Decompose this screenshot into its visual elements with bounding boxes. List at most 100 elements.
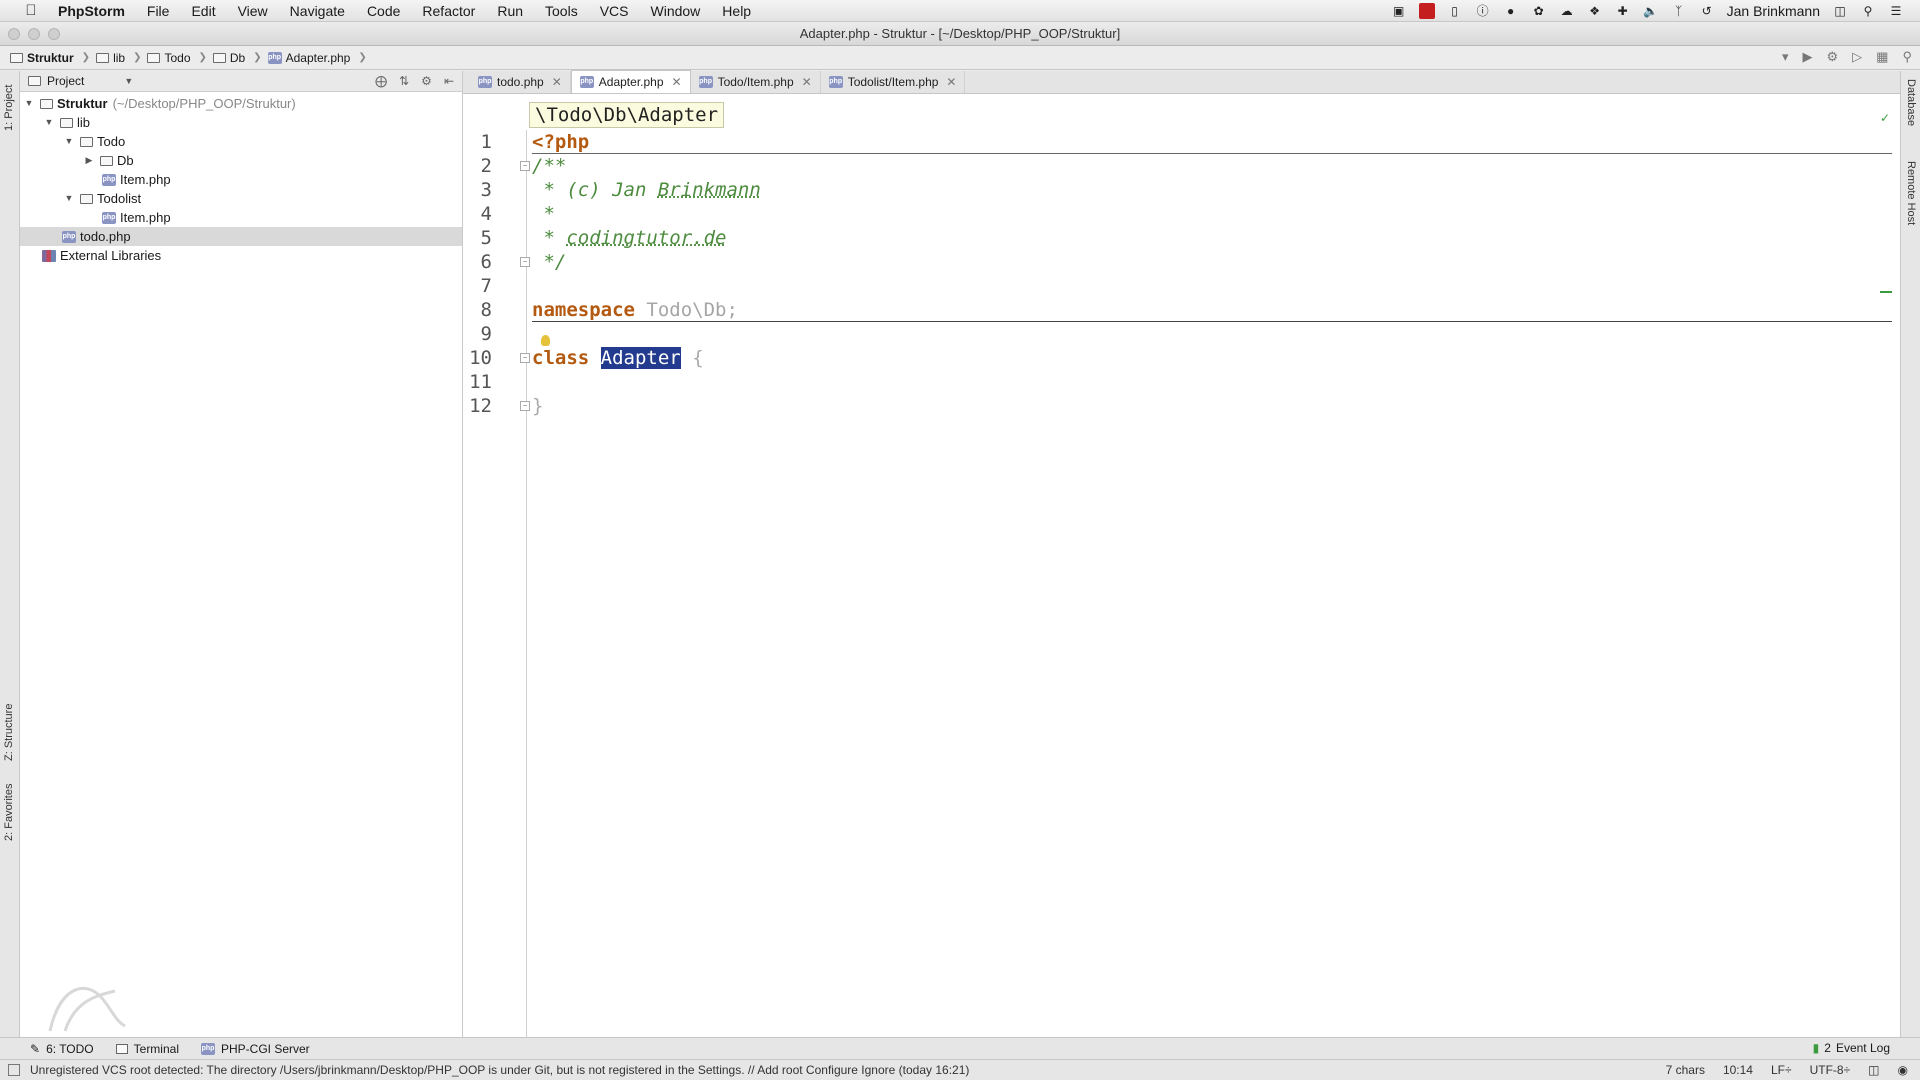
close-tab-icon[interactable]: ✕ <box>672 75 682 89</box>
run-icon[interactable]: ▶ <box>1803 49 1813 65</box>
menu-tools[interactable]: Tools <box>534 0 589 22</box>
scroll-from-source-icon[interactable]: ⨁ <box>375 74 387 88</box>
encoding-selector[interactable]: UTF-8÷ <box>1810 1060 1851 1080</box>
project-view-selector[interactable]: Project <box>47 74 84 88</box>
menu-vcs[interactable]: VCS <box>589 0 640 22</box>
breadcrumb-adapter-php[interactable]: php Adapter.php ❯ <box>267 51 373 65</box>
user-name[interactable]: Jan Brinkmann <box>1727 3 1820 19</box>
menu-refactor[interactable]: Refactor <box>411 0 486 22</box>
inspection-ok-icon[interactable]: ✓ <box>1880 111 1890 125</box>
expanded-arrow-icon[interactable]: ▼ <box>62 132 76 151</box>
terminal-tool-button[interactable]: Terminal <box>115 1042 179 1056</box>
nav-toolbar: ▾ ▶ ⚙ ▷ ▦ ⚲ <box>1782 49 1912 65</box>
favorites-tool-tab[interactable]: 2: Favorites <box>3 784 15 841</box>
chevron-right-icon: ❯ <box>253 52 262 63</box>
tree-item-path-hint: (~/Desktop/PHP_OOP/Struktur) <box>112 96 296 111</box>
tree-item-struktur[interactable]: ▼ Struktur (~/Desktop/PHP_OOP/Struktur) <box>20 94 462 113</box>
breadcrumb-todo[interactable]: Todo ❯ <box>147 51 212 65</box>
spotlight-icon[interactable]: ⚲ <box>1860 3 1876 19</box>
menu-window[interactable]: Window <box>640 0 712 22</box>
menu-edit[interactable]: Edit <box>180 0 226 22</box>
leaf-icon[interactable]: ✿ <box>1531 3 1547 19</box>
hide-panel-icon[interactable]: ⇤ <box>444 74 454 88</box>
bookmark-icon[interactable]: ▯ <box>1447 3 1463 19</box>
bluetooth-icon[interactable]: ᛉ <box>1671 3 1687 19</box>
notification-center-icon[interactable]: ☰ <box>1888 3 1904 19</box>
record-icon[interactable] <box>1418 2 1435 19</box>
menu-app-name[interactable]: PhpStorm <box>44 0 136 22</box>
database-tool-tab[interactable]: Database <box>1905 79 1917 126</box>
tab-adapter-php[interactable]: php Adapter.php ✕ <box>570 70 691 93</box>
fold-marker-icon[interactable]: − <box>520 401 530 411</box>
coverage-icon[interactable]: ▷ <box>1852 49 1862 65</box>
menu-help[interactable]: Help <box>711 0 762 22</box>
expanded-arrow-icon[interactable]: ▼ <box>62 189 76 208</box>
close-tab-icon[interactable]: ✕ <box>802 75 812 89</box>
inspection-profile-icon[interactable]: ◉ <box>1898 1060 1908 1080</box>
code-line-12: } <box>532 394 543 418</box>
close-tab-icon[interactable]: ✕ <box>946 75 956 89</box>
tab-todolist-item-php[interactable]: php Todolist/Item.php ✕ <box>821 71 966 93</box>
tab-todo-item-php[interactable]: php Todo/Item.php ✕ <box>691 71 821 93</box>
tree-item-todo-item-php[interactable]: php Item.php <box>20 170 462 189</box>
tree-item-lib[interactable]: ▼ lib <box>20 113 462 132</box>
tree-item-external-libraries[interactable]: External Libraries <box>20 246 462 265</box>
plus-icon[interactable]: ✚ <box>1615 3 1631 19</box>
menu-code[interactable]: Code <box>356 0 411 22</box>
info-icon[interactable]: ⓘ <box>1475 3 1491 19</box>
cloud-icon[interactable]: ☁ <box>1559 3 1575 19</box>
breadcrumb-lib[interactable]: lib ❯ <box>96 51 147 65</box>
menu-run[interactable]: Run <box>486 0 534 22</box>
readonly-lock-icon[interactable]: ◫ <box>1868 1060 1879 1080</box>
breadcrumb-struktur[interactable]: Struktur ❯ <box>10 51 96 65</box>
folder-icon <box>60 117 73 128</box>
display-icon[interactable]: ▣ <box>1391 3 1407 19</box>
fold-marker-icon[interactable]: − <box>520 161 530 171</box>
search-everywhere-icon[interactable]: ⚲ <box>1902 49 1912 65</box>
line-separator-selector[interactable]: LF÷ <box>1771 1060 1792 1080</box>
menu-file[interactable]: File <box>136 0 181 22</box>
dropbox-icon[interactable]: ❖ <box>1587 3 1603 19</box>
event-log-button[interactable]: ▮ 2 Event Log <box>1813 1041 1890 1055</box>
run-config-dropdown-icon[interactable]: ▾ <box>1782 49 1789 65</box>
status-message[interactable]: Unregistered VCS root detected: The dire… <box>30 1063 969 1077</box>
tree-item-todo-php[interactable]: php todo.php <box>20 227 462 246</box>
window-title: Adapter.php - Struktur - [~/Desktop/PHP_… <box>799 26 1121 41</box>
chevron-down-icon[interactable]: ▼ <box>124 76 133 86</box>
debug-icon[interactable]: ⚙ <box>1827 49 1839 65</box>
collapse-all-icon[interactable]: ⇅ <box>399 74 409 88</box>
tab-todo-php[interactable]: php todo.php ✕ <box>470 71 571 93</box>
menu-navigate[interactable]: Navigate <box>279 0 356 22</box>
collapsed-arrow-icon[interactable]: ▶ <box>82 151 96 170</box>
todo-tool-button[interactable]: ✎ 6: TODO <box>30 1042 94 1056</box>
evernote-icon[interactable]: ● <box>1503 3 1519 19</box>
structure-tool-tab[interactable]: Z: Structure <box>3 704 15 761</box>
intention-bulb-icon[interactable] <box>541 335 550 346</box>
fold-marker-icon[interactable]: − <box>520 257 530 267</box>
tree-item-todo[interactable]: ▼ Todo <box>20 132 462 151</box>
expanded-arrow-icon[interactable]: ▼ <box>42 113 56 132</box>
tree-item-db[interactable]: ▶ Db <box>20 151 462 170</box>
line-number-gutter[interactable]: 1 2 3 4 5 6 7 8 9 10 11 12 − − − − <box>463 130 530 1037</box>
project-tool-tab[interactable]: 1: Project <box>3 85 15 131</box>
apple-icon[interactable]:  <box>18 2 44 19</box>
breadcrumb-db[interactable]: Db ❯ <box>212 51 268 65</box>
php-cgi-server-tool-button[interactable]: php PHP-CGI Server <box>201 1042 310 1056</box>
lock-icon[interactable]: ◫ <box>1832 3 1848 19</box>
vcs-icon[interactable]: ▦ <box>1876 49 1888 65</box>
gear-icon[interactable]: ⚙ <box>421 74 432 88</box>
tree-item-label: todo.php <box>80 229 131 244</box>
tree-item-todolist[interactable]: ▼ Todolist <box>20 189 462 208</box>
caret-position[interactable]: 10:14 <box>1723 1060 1753 1080</box>
menu-view[interactable]: View <box>227 0 279 22</box>
fold-marker-icon[interactable]: − <box>520 353 530 363</box>
toggle-tool-windows-icon[interactable] <box>8 1064 20 1076</box>
tree-item-todolist-item-php[interactable]: php Item.php <box>20 208 462 227</box>
remote-host-tool-tab[interactable]: Remote Host <box>1905 161 1917 225</box>
time-machine-icon[interactable]: ↺ <box>1699 3 1715 19</box>
expanded-arrow-icon[interactable]: ▼ <box>22 94 36 113</box>
volume-icon[interactable]: 🔈 <box>1643 3 1659 19</box>
code-editor[interactable]: <?php /** * (c) Jan Brinkmann * * coding… <box>532 130 1892 1037</box>
change-marker[interactable] <box>1880 291 1892 293</box>
close-tab-icon[interactable]: ✕ <box>552 75 562 89</box>
